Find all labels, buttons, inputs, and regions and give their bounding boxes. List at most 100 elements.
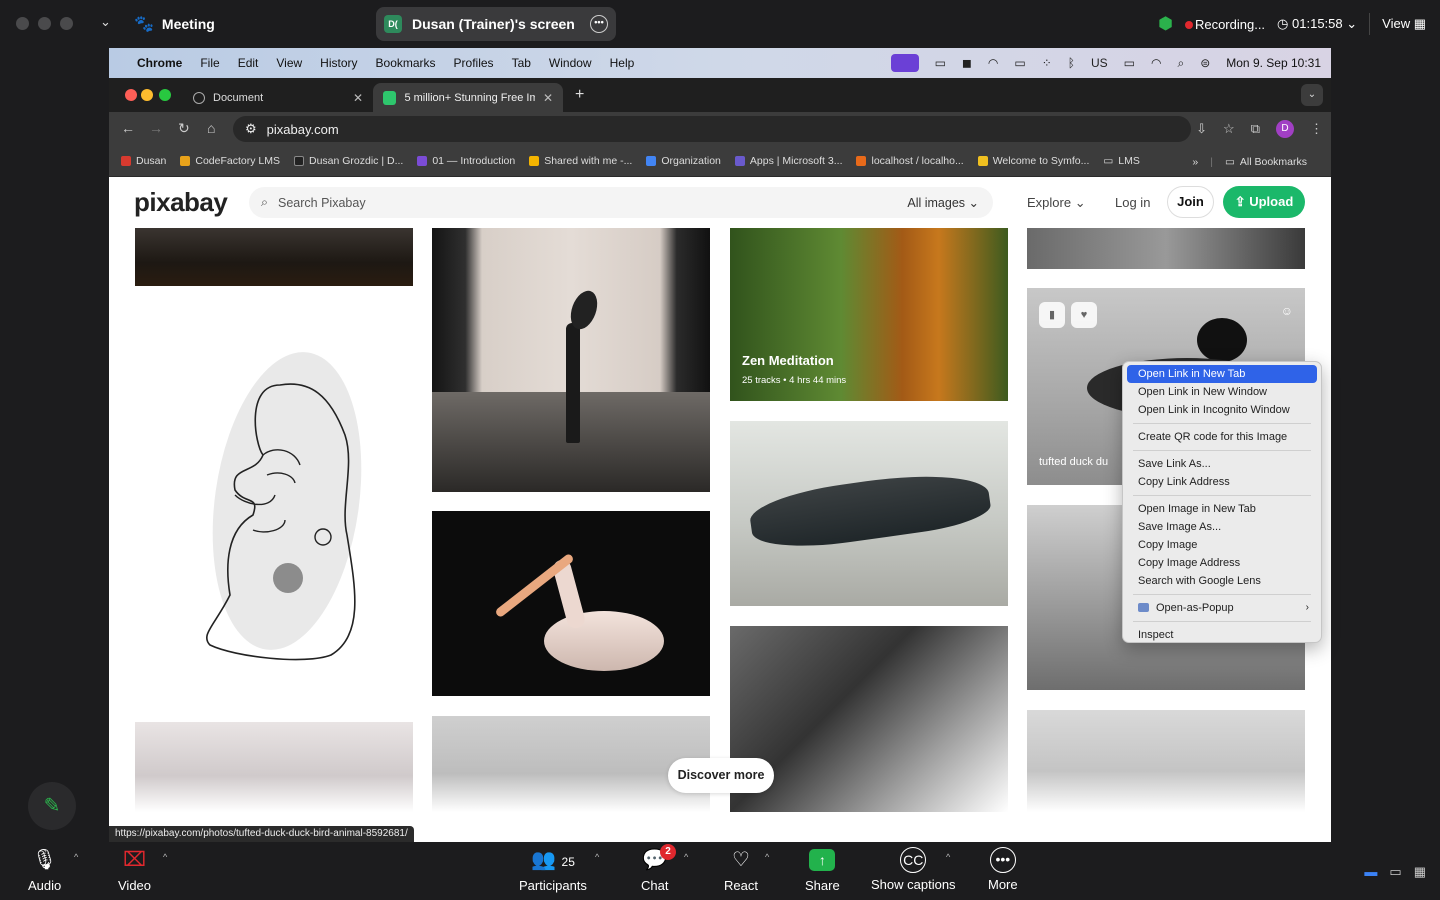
tab-pixabay[interactable]: 5 million+ Stunning Free Imag ✕: [373, 83, 563, 112]
control-center-icon[interactable]: ⊜: [1200, 56, 1210, 70]
bookmark-item[interactable]: Organization: [646, 155, 721, 167]
star-icon[interactable]: ☆: [1223, 121, 1235, 137]
captions-options-caret[interactable]: ^: [946, 852, 950, 862]
dots-icon[interactable]: ⁘: [1042, 56, 1052, 70]
audio-button[interactable]: 🎙 Audio: [28, 846, 61, 893]
bookmark-item[interactable]: Dusan Grozdic | D...: [293, 155, 403, 167]
menu-item-save-link-as[interactable]: Save Link As...: [1127, 455, 1317, 473]
more-options-icon[interactable]: •••: [590, 15, 608, 33]
reload-icon[interactable]: ↻: [178, 120, 190, 137]
menu-profiles[interactable]: Profiles: [454, 56, 494, 70]
video-options-caret[interactable]: ^: [163, 852, 167, 862]
minimize-icon[interactable]: ▬: [1364, 864, 1377, 880]
chat-options-caret[interactable]: ^: [684, 852, 688, 862]
window-minimize-button[interactable]: [38, 17, 51, 30]
line-art-card[interactable]: [135, 305, 413, 715]
audio-options-caret[interactable]: ^: [74, 852, 78, 862]
menu-item-open-image-new-tab[interactable]: Open Image in New Tab: [1127, 500, 1317, 518]
video-button[interactable]: ⌧ Video: [118, 846, 151, 893]
back-icon[interactable]: ←: [121, 120, 135, 136]
site-info-icon[interactable]: ⚙: [245, 121, 257, 137]
photo-card[interactable]: [432, 228, 710, 492]
photo-card[interactable]: [135, 228, 413, 286]
pixabay-logo[interactable]: pixabay: [134, 187, 228, 218]
photo-card[interactable]: [432, 511, 710, 696]
app-icon[interactable]: ◼: [962, 56, 972, 70]
bookmark-folder[interactable]: ▭ LMS: [1103, 155, 1140, 167]
window-close-button[interactable]: [16, 17, 29, 30]
keyboard-layout-icon[interactable]: US: [1091, 56, 1108, 70]
search-icon[interactable]: ⌕: [1177, 56, 1184, 71]
menu-item-copy-image[interactable]: Copy Image: [1127, 536, 1317, 554]
react-button[interactable]: ♡ React: [724, 846, 758, 893]
close-icon[interactable]: ✕: [353, 91, 363, 105]
menu-item-inspect[interactable]: Inspect: [1127, 626, 1317, 644]
gallery-grid-icon[interactable]: ▦: [1414, 864, 1426, 880]
wifi-icon[interactable]: ◠: [1151, 56, 1161, 70]
search-input[interactable]: ⌕ Search Pixabay All images ⌄: [249, 187, 993, 218]
close-icon[interactable]: ✕: [543, 91, 553, 105]
bookmark-item[interactable]: Shared with me -...: [529, 155, 632, 167]
menu-bookmarks[interactable]: Bookmarks: [376, 56, 436, 70]
menu-icon[interactable]: ⋮: [1310, 121, 1323, 137]
headphones-icon[interactable]: ◠: [988, 56, 998, 70]
more-button[interactable]: ••• More: [988, 846, 1018, 892]
join-button[interactable]: Join: [1167, 186, 1214, 218]
menu-tab[interactable]: Tab: [512, 56, 531, 70]
browser-zoom-button[interactable]: [159, 89, 171, 101]
photo-card[interactable]: [432, 716, 710, 812]
discover-more-button[interactable]: Discover more: [668, 758, 774, 793]
participants-button[interactable]: 👥 25 Participants: [519, 846, 587, 893]
bookmark-item[interactable]: CodeFactory LMS: [180, 155, 280, 167]
cards-icon[interactable]: ▭: [935, 56, 946, 70]
forward-icon[interactable]: →: [149, 120, 163, 136]
extensions-icon[interactable]: ⧉: [1251, 121, 1260, 137]
battery-icon[interactable]: ▭: [1124, 56, 1135, 70]
author-icon[interactable]: ☺: [1281, 304, 1293, 318]
display-icon[interactable]: ▭: [1014, 56, 1025, 70]
zen-meditation-card[interactable]: Zen Meditation 25 tracks • 4 hrs 44 mins: [730, 228, 1008, 401]
bookmark-item[interactable]: Apps | Microsoft 3...: [734, 155, 842, 167]
menu-history[interactable]: History: [320, 56, 357, 70]
all-images-dropdown[interactable]: All images ⌄: [907, 195, 979, 210]
bluetooth-icon[interactable]: ᛒ: [1068, 56, 1075, 70]
shared-screen-pill[interactable]: D( Dusan (Trainer)'s screen •••: [376, 7, 616, 41]
menu-item-open-link-new-tab[interactable]: Open Link in New Tab: [1127, 365, 1317, 383]
all-bookmarks-button[interactable]: ▭ All Bookmarks: [1225, 156, 1307, 168]
menu-item-save-image-as[interactable]: Save Image As...: [1127, 518, 1317, 536]
show-captions-button[interactable]: CC Show captions: [871, 846, 956, 892]
view-button[interactable]: View ▦: [1382, 16, 1426, 32]
participants-options-caret[interactable]: ^: [595, 852, 599, 862]
photo-card[interactable]: [1027, 228, 1305, 269]
screen-share-icon[interactable]: [890, 54, 919, 72]
menu-item-copy-link-address[interactable]: Copy Link Address: [1127, 473, 1317, 491]
photo-card[interactable]: [730, 421, 1008, 606]
menu-chrome[interactable]: Chrome: [137, 56, 182, 70]
react-options-caret[interactable]: ^: [765, 852, 769, 862]
url-input[interactable]: ⚙ pixabay.com: [233, 116, 1191, 142]
new-tab-button[interactable]: +: [575, 86, 584, 104]
recording-indicator[interactable]: Recording...: [1184, 17, 1265, 32]
browser-minimize-button[interactable]: [141, 89, 153, 101]
meeting-timer[interactable]: ◷ 01:15:58 ⌄: [1277, 16, 1357, 32]
more-bookmarks-icon[interactable]: »: [1192, 156, 1198, 168]
menu-file[interactable]: File: [200, 56, 219, 70]
bookmark-icon[interactable]: ▮: [1039, 302, 1065, 328]
menu-item-open-as-popup[interactable]: Open-as-Popup ›: [1127, 599, 1317, 617]
home-icon[interactable]: ⌂: [207, 120, 215, 136]
annotate-pencil-icon[interactable]: ✎: [28, 782, 76, 830]
menu-item-google-lens[interactable]: Search with Google Lens: [1127, 572, 1317, 590]
menu-edit[interactable]: Edit: [238, 56, 259, 70]
menu-window[interactable]: Window: [549, 56, 592, 70]
menu-view[interactable]: View: [276, 56, 302, 70]
menu-item-open-link-incognito[interactable]: Open Link in Incognito Window: [1127, 401, 1317, 419]
bookmark-item[interactable]: localhost / localho...: [856, 155, 964, 167]
install-icon[interactable]: ⇩: [1196, 121, 1207, 137]
browser-close-button[interactable]: [125, 89, 137, 101]
bookmark-item[interactable]: 01 — Introduction: [417, 155, 515, 167]
tab-search-button[interactable]: ⌄: [1301, 84, 1323, 106]
clock[interactable]: Mon 9. Sep 10:31: [1226, 56, 1321, 70]
window-zoom-button[interactable]: [60, 17, 73, 30]
login-link[interactable]: Log in: [1115, 195, 1150, 210]
bookmark-item[interactable]: Dusan: [121, 155, 166, 167]
